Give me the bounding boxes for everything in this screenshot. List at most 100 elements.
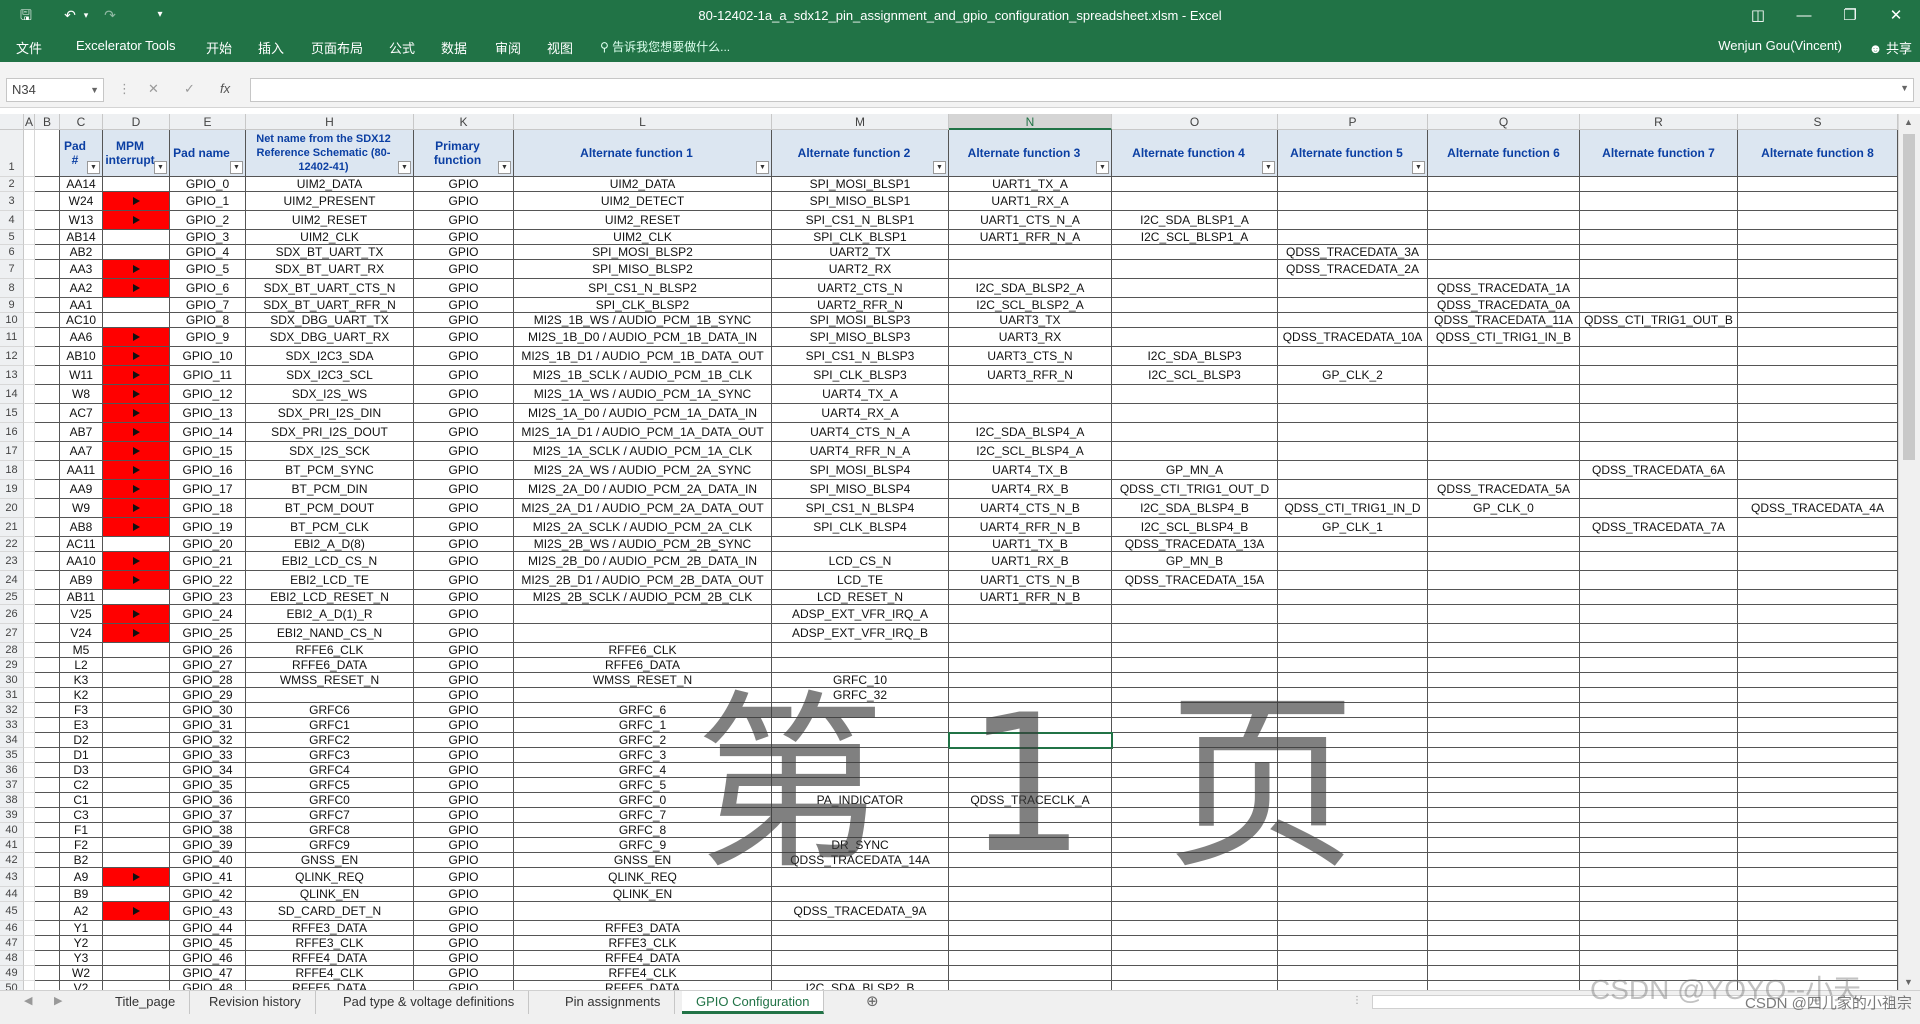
cell-p[interactable] [1278, 718, 1428, 733]
cell-m[interactable]: SPI_MISO_BLSP4 [772, 480, 949, 499]
cell-l[interactable]: RFFE4_CLK [514, 966, 772, 981]
cell-b[interactable] [35, 823, 60, 838]
cell-a[interactable] [24, 951, 35, 966]
cell-q[interactable] [1428, 778, 1580, 793]
enter-icon[interactable]: ✓ [184, 81, 195, 97]
cell-k[interactable]: GPIO [414, 936, 514, 951]
cell-a[interactable] [24, 838, 35, 853]
cell-e[interactable]: GPIO_20 [170, 537, 246, 552]
cell-q[interactable] [1428, 868, 1580, 887]
mpm-interrupt-cell[interactable] [103, 763, 170, 778]
cell-l[interactable]: MI2S_2A_WS / AUDIO_PCM_2A_SYNC [514, 461, 772, 480]
row-header-31[interactable]: 31 [0, 688, 24, 703]
cell-c[interactable]: AB10 [60, 347, 103, 366]
cell-h[interactable]: RFFE6_DATA [246, 658, 414, 673]
cell-k[interactable]: GPIO [414, 260, 514, 279]
cell-l[interactable]: MI2S_2A_SCLK / AUDIO_PCM_2A_CLK [514, 518, 772, 537]
cell-a[interactable] [24, 658, 35, 673]
row-header-16[interactable]: 16 [0, 423, 24, 442]
cell-k[interactable]: GPIO [414, 868, 514, 887]
cell-q[interactable]: QDSS_CTI_TRIG1_IN_B [1428, 328, 1580, 347]
cell-o[interactable] [1112, 590, 1278, 605]
cell-l[interactable]: SPI_CS1_N_BLSP2 [514, 279, 772, 298]
cell-q[interactable] [1428, 823, 1580, 838]
mpm-interrupt-cell[interactable] [103, 688, 170, 703]
cell-o[interactable]: I2C_SDA_BLSP3 [1112, 347, 1278, 366]
cell-e[interactable]: GPIO_12 [170, 385, 246, 404]
cell-q[interactable] [1428, 763, 1580, 778]
filter-dropdown-icon[interactable]: ▼ [1262, 161, 1275, 174]
cell-e[interactable]: GPIO_30 [170, 703, 246, 718]
cell-p[interactable]: QDSS_TRACEDATA_3A [1278, 245, 1428, 260]
cell-s[interactable] [1738, 778, 1898, 793]
cell-nn[interactable]: UART1_RFR_N_B [949, 590, 1112, 605]
mpm-interrupt-cell[interactable] [103, 838, 170, 853]
cell-nn[interactable]: I2C_SDA_BLSP4_A [949, 423, 1112, 442]
cell-s[interactable] [1738, 279, 1898, 298]
cell-nn[interactable]: UART3_RFR_N [949, 366, 1112, 385]
row-header-39[interactable]: 39 [0, 808, 24, 823]
cell-l[interactable]: GRFC_7 [514, 808, 772, 823]
cell-l[interactable]: GNSS_EN [514, 853, 772, 868]
cell-h[interactable]: QLINK_EN [246, 887, 414, 902]
cell-c[interactable]: K2 [60, 688, 103, 703]
cell-s[interactable] [1738, 298, 1898, 313]
column-header-o[interactable]: O [1112, 114, 1278, 130]
cell-k[interactable]: GPIO [414, 902, 514, 921]
cell-o[interactable] [1112, 605, 1278, 624]
cell-c[interactable]: L2 [60, 658, 103, 673]
cell-k[interactable]: GPIO [414, 748, 514, 763]
cell-a[interactable] [24, 404, 35, 423]
row-header-27[interactable]: 27 [0, 624, 24, 643]
cell-e[interactable]: GPIO_15 [170, 442, 246, 461]
sheet-tab-gpio-configuration[interactable]: GPIO Configuration [682, 991, 825, 1014]
cell-r[interactable] [1580, 808, 1738, 823]
cell-nn[interactable]: UART1_CTS_N_A [949, 211, 1112, 230]
row-header-32[interactable]: 32 [0, 703, 24, 718]
cell-m[interactable] [772, 868, 949, 887]
cell-c[interactable]: AA9 [60, 480, 103, 499]
cell-nn[interactable] [949, 624, 1112, 643]
cell-s[interactable] [1738, 260, 1898, 279]
cell-b[interactable] [35, 366, 60, 385]
cell-nn[interactable]: UART4_CTS_N_B [949, 499, 1112, 518]
cell-q[interactable] [1428, 385, 1580, 404]
mpm-interrupt-cell[interactable] [103, 590, 170, 605]
cell-a[interactable] [24, 245, 35, 260]
cell-a[interactable] [24, 902, 35, 921]
cell-k[interactable]: GPIO [414, 778, 514, 793]
cell-q[interactable] [1428, 518, 1580, 537]
tab-page-layout[interactable]: 页面布局 [311, 38, 363, 57]
cell-e[interactable]: GPIO_14 [170, 423, 246, 442]
mpm-interrupt-cell[interactable] [103, 328, 170, 347]
cell-c[interactable]: AB2 [60, 245, 103, 260]
cell-r[interactable] [1580, 404, 1738, 423]
cell-s[interactable] [1738, 192, 1898, 211]
cell-e[interactable]: GPIO_34 [170, 763, 246, 778]
cell-p[interactable] [1278, 590, 1428, 605]
cell-r[interactable] [1580, 347, 1738, 366]
cell-b[interactable] [35, 260, 60, 279]
cell-k[interactable]: GPIO [414, 499, 514, 518]
cell-e[interactable]: GPIO_0 [170, 177, 246, 192]
cell-s[interactable] [1738, 853, 1898, 868]
cell-k[interactable]: GPIO [414, 366, 514, 385]
cell-r[interactable] [1580, 673, 1738, 688]
column-header-a[interactable]: A [24, 114, 35, 130]
mpm-interrupt-cell[interactable] [103, 778, 170, 793]
row-header-37[interactable]: 37 [0, 778, 24, 793]
mpm-interrupt-cell[interactable] [103, 748, 170, 763]
cell-e[interactable]: GPIO_47 [170, 966, 246, 981]
cell-o[interactable] [1112, 673, 1278, 688]
cell-nn[interactable] [949, 658, 1112, 673]
cell-q[interactable] [1428, 936, 1580, 951]
cell-k[interactable]: GPIO [414, 347, 514, 366]
filter-dropdown-icon[interactable]: ▼ [154, 161, 167, 174]
cell-q[interactable] [1428, 688, 1580, 703]
mpm-interrupt-cell[interactable] [103, 718, 170, 733]
row-header-47[interactable]: 47 [0, 936, 24, 951]
tab-insert[interactable]: 插入 [258, 38, 284, 57]
column-header-m[interactable]: M [772, 114, 949, 130]
cell-b[interactable] [35, 328, 60, 347]
cell-c[interactable]: F2 [60, 838, 103, 853]
